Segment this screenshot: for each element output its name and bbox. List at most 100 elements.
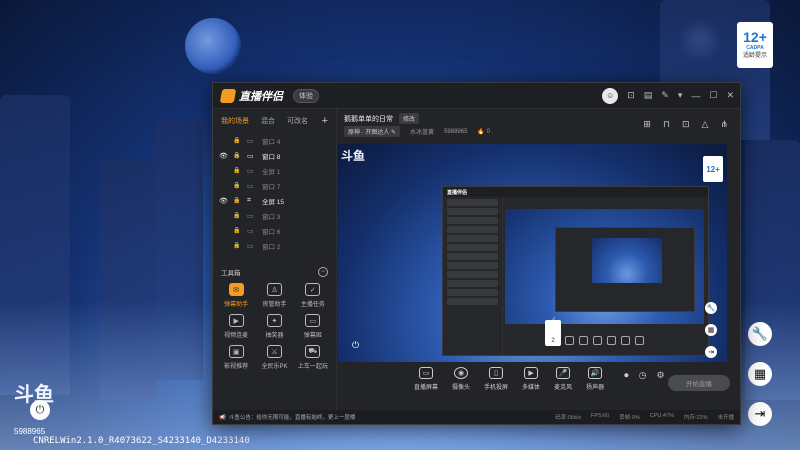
source-control[interactable]: ▶ 多媒体 — [522, 367, 540, 391]
scene-item[interactable]: 🔒 ▭ 窗口 6 — [213, 223, 336, 238]
scene-name: 全屏 1 — [262, 168, 281, 176]
announcement-text: 给你无限可能，直播有始终，更上一层楼 — [256, 415, 356, 421]
source-control-label: 直播屏幕 — [414, 385, 439, 391]
monitor-icon: ▭ — [247, 167, 254, 175]
toolbox-collapse-icon[interactable]: − — [318, 267, 328, 277]
room-actions: ⊞ ⊓ ⊡ △ ⋔ — [643, 119, 728, 130]
streaming-app-window: 直播伴侣 体验 ☺ ⊡ ▤ ✎ ▾ — ☐ ✕ 我的场景 混合 可改名 + 🔒 ▭… — [212, 82, 741, 425]
overlay-room-id: 5988965 — [14, 427, 46, 436]
stat-drop: 丢帧:0% — [619, 415, 640, 421]
stream-preview[interactable]: 斗鱼 12+ 直播伴侣 2 ☝ ⏻ 🔧 ▦ ⇥ — [338, 144, 727, 362]
nested-title: 直播伴侣 — [443, 187, 708, 197]
record-icon[interactable]: ⏺ — [624, 370, 629, 381]
source-control[interactable]: ▭ 直播屏幕 — [414, 367, 438, 391]
source-control[interactable]: ◉ 摄像头 — [452, 367, 470, 391]
tool-label: 全民乐PK — [261, 364, 288, 370]
scene-tabs: 我的场景 混合 可改名 + — [213, 109, 336, 133]
main-panel: 鹅鹅单单的日常 修改 原神 · 开图达人 ✎ 水冰蓝黄 5988965 🔥 0 … — [338, 109, 740, 410]
lock-icon[interactable]: 🔒 — [233, 197, 242, 204]
minimize-button[interactable]: — — [691, 91, 700, 101]
tool-label: 视频连麦 — [224, 333, 249, 339]
room-meta: 原神 · 开图达人 ✎ 水冰蓝黄 5988965 🔥 0 — [344, 126, 490, 137]
feedback-icon[interactable]: ✎ — [661, 90, 669, 101]
timer-icon[interactable]: ◷ — [639, 370, 647, 381]
crop-icon: ⌗ — [247, 196, 251, 204]
tool-item[interactable]: ✓ 主播任务 — [294, 283, 332, 308]
scene-name: 窗口 2 — [262, 243, 281, 251]
toolbox-grid: ✉ 弹幕助手 ♙ 房管助手 ✓ 主播任务 ▶ 视频连麦 ✦ 抽奖器 ▭ 弹幕姬 ▣ 影视推荐 ⚔ 全民乐PK ⛟… — [213, 277, 336, 370]
shop-icon[interactable]: ⊞ — [643, 119, 651, 130]
lock-icon[interactable]: 🔒 — [233, 242, 242, 249]
scene-sidebar: 我的场景 混合 可改名 + 🔒 ▭ 窗口 4 👁 🔒 ▭ 窗口 8 🔒 ▭ 全屏 1 🔒 ▭ 窗口 7 👁… — [213, 109, 337, 410]
preview-exit-icon: ⇥ — [705, 346, 717, 358]
build-version: CNRELWin2.1.0_R4073622_S4233140_D4233140 — [33, 436, 250, 446]
tool-item[interactable]: ▣ 影视推荐 — [217, 345, 255, 370]
gift-icon[interactable]: ⊡ — [682, 119, 690, 130]
source-control-label: 麦克风 — [554, 385, 573, 391]
restore-button[interactable]: ☐ — [709, 90, 717, 101]
tool-item[interactable]: ⛟ 上车一起玩 — [294, 345, 332, 370]
scene-item[interactable]: 🔒 ▭ 全屏 1 — [213, 163, 336, 178]
lock-icon[interactable]: 🔒 — [233, 137, 242, 144]
scene-list: 🔒 ▭ 窗口 4 👁 🔒 ▭ 窗口 8 🔒 ▭ 全屏 1 🔒 ▭ 窗口 7 👁 🔒 ⌗ 全屏 15 🔒 ▭ 窗口 3 🔒… — [213, 133, 336, 253]
scene-item[interactable]: 🔒 ▭ 窗口 4 — [213, 133, 336, 148]
eye-icon[interactable]: 👁 — [219, 152, 228, 160]
lock-icon[interactable]: 🔒 — [233, 182, 242, 189]
lock-icon[interactable]: ⊓ — [663, 119, 670, 130]
bell-icon[interactable]: △ — [702, 119, 709, 130]
shirt-icon[interactable]: ⊡ — [627, 90, 635, 101]
calendar-icon[interactable]: ▦ — [748, 362, 772, 386]
message-icon[interactable]: ▤ — [644, 90, 653, 101]
tab-rename[interactable]: 可改名 — [287, 116, 308, 126]
source-control[interactable]: 🎤 麦克风 — [554, 367, 572, 391]
wrench-icon[interactable]: 🔧 — [748, 322, 772, 346]
share-icon[interactable]: ⋔ — [720, 119, 728, 130]
status-bar: 📢 斗鱼公告：给你无限可能，直播有始终，更上一层楼 码率:0kb/s FPS:60… — [213, 410, 740, 424]
background-moon — [185, 18, 241, 74]
stat-mem: 内存:22% — [683, 415, 708, 421]
tab-mix[interactable]: 混合 — [261, 116, 275, 126]
tool-item[interactable]: ⚔ 全民乐PK — [255, 345, 293, 370]
scene-item[interactable]: 🔒 ▭ 窗口 3 — [213, 208, 336, 223]
lock-icon[interactable]: 🔒 — [233, 167, 242, 174]
tool-item[interactable]: ✦ 抽奖器 — [255, 314, 293, 339]
add-scene-button[interactable]: + — [322, 115, 328, 127]
avatar[interactable]: ☺ — [602, 87, 619, 104]
edit-room-button[interactable]: 修改 — [399, 113, 420, 124]
dropdown-icon[interactable]: ▾ — [678, 90, 683, 101]
scene-name: 窗口 8 — [262, 153, 281, 161]
nested-controls — [505, 329, 704, 351]
streamer-name: 水冰蓝黄 — [410, 130, 435, 136]
toolbox-title: 工具箱 — [221, 270, 241, 277]
settings-gear-icon[interactable]: ⚙ — [656, 370, 664, 381]
lock-icon[interactable]: 🔒 — [233, 227, 242, 234]
nested-preview — [505, 209, 704, 324]
exit-icon[interactable]: ⇥ — [748, 402, 772, 426]
scene-item[interactable]: 🔒 ▭ 窗口 7 — [213, 178, 336, 193]
source-control[interactable]: ▯ 手机投屏 — [484, 367, 508, 391]
announcement[interactable]: 📢 斗鱼公告：给你无限可能，直播有始终，更上一层楼 — [219, 413, 355, 421]
eye-icon[interactable]: 👁 — [219, 197, 228, 205]
tool-label: 影视推荐 — [224, 364, 249, 370]
close-button[interactable]: ✕ — [726, 90, 734, 101]
lock-icon[interactable]: 🔒 — [233, 152, 242, 159]
scene-item[interactable]: 👁 🔒 ⌗ 全屏 15 — [213, 193, 336, 208]
tool-item[interactable]: ♙ 房管助手 — [255, 283, 293, 308]
lock-icon[interactable]: 🔒 — [233, 212, 242, 219]
edition-badge[interactable]: 体验 — [293, 88, 319, 103]
monitor-icon: ▭ — [247, 182, 254, 190]
tool-icon: ♙ — [266, 283, 282, 296]
preview-age-badge: 12+ — [703, 156, 723, 182]
room-header: 鹅鹅单单的日常 修改 — [344, 113, 420, 124]
source-control[interactable]: 🔊 扬声器 — [586, 367, 604, 391]
scene-item[interactable]: 👁 🔒 ▭ 窗口 8 — [213, 148, 336, 163]
tool-item[interactable]: ▶ 视频连麦 — [217, 314, 255, 339]
tool-item[interactable]: ✉ 弹幕助手 — [217, 283, 255, 308]
tool-item[interactable]: ▭ 弹幕姬 — [294, 314, 332, 339]
source-control-label: 手机投屏 — [484, 385, 509, 391]
tab-my-scenes[interactable]: 我的场景 — [221, 116, 249, 126]
scene-item[interactable]: 🔒 ▭ 窗口 2 — [213, 238, 336, 253]
power-icon[interactable]: ⏻ — [30, 400, 50, 420]
start-stream-button[interactable]: 开始直播 — [668, 375, 730, 391]
room-category[interactable]: 原神 · 开图达人 ✎ — [344, 126, 401, 137]
